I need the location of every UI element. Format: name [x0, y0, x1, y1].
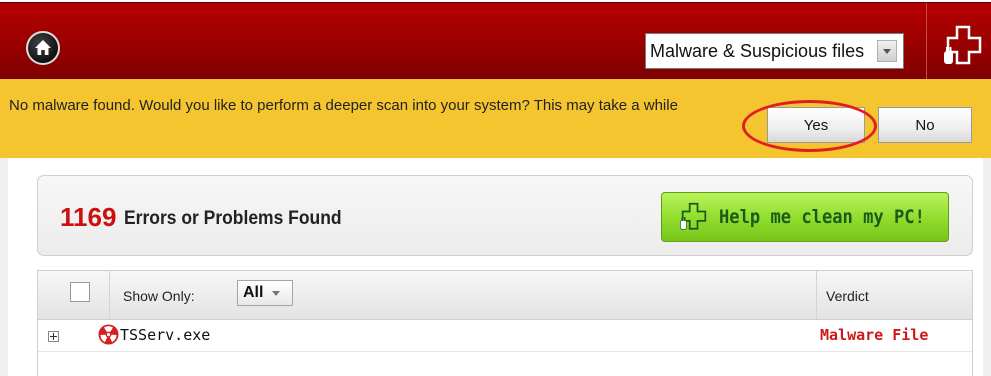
scan-filter-value: Malware & Suspicious files	[650, 40, 865, 61]
table-row[interactable]: TSServ.exe Malware File	[38, 319, 972, 352]
yes-button[interactable]: Yes	[767, 107, 865, 143]
verdict-value: Malware File	[820, 326, 929, 344]
show-only-label: Show Only:	[123, 288, 195, 304]
verdict-column-header[interactable]: Verdict	[826, 288, 869, 304]
show-only-select[interactable]: All	[237, 280, 293, 306]
results-table: Show Only: All Verdict TSServ.exe Malwar…	[37, 270, 973, 376]
chevron-down-icon[interactable]	[877, 40, 897, 62]
right-edge	[983, 158, 991, 376]
clean-pc-label: Help me clean my PC!	[719, 206, 926, 228]
select-all-checkbox[interactable]	[70, 282, 90, 302]
notification-message: No malware found. Would you like to perf…	[9, 97, 678, 114]
home-button[interactable]	[26, 31, 60, 65]
error-count: 1169	[60, 202, 117, 232]
no-button[interactable]: No	[878, 107, 972, 143]
show-only-value: All	[243, 284, 264, 301]
clean-pc-button[interactable]: Help me clean my PC!	[661, 192, 949, 242]
results-summary-panel: 1169 Errors or Problems Found Help me cl…	[37, 175, 973, 256]
home-icon	[35, 40, 51, 55]
column-divider	[109, 271, 110, 319]
header-bar: Malware & Suspicious files	[0, 2, 991, 80]
radiation-icon	[98, 324, 119, 345]
medical-cross-plug-icon	[679, 202, 707, 230]
table-header: Show Only: All Verdict	[38, 271, 972, 320]
header-divider	[926, 3, 927, 80]
medical-cross-plug-icon[interactable]	[940, 23, 986, 69]
file-name: TSServ.exe	[120, 326, 211, 344]
error-count-label: Errors or Problems Found	[124, 208, 342, 229]
scan-filter-select[interactable]: Malware & Suspicious files	[645, 33, 904, 69]
left-edge	[0, 158, 8, 376]
expand-row-button[interactable]	[48, 331, 59, 342]
chevron-down-icon	[272, 291, 281, 296]
plus-icon	[50, 333, 57, 340]
column-divider	[816, 271, 817, 319]
app-window: Malware & Suspicious files No malware fo…	[0, 0, 991, 376]
